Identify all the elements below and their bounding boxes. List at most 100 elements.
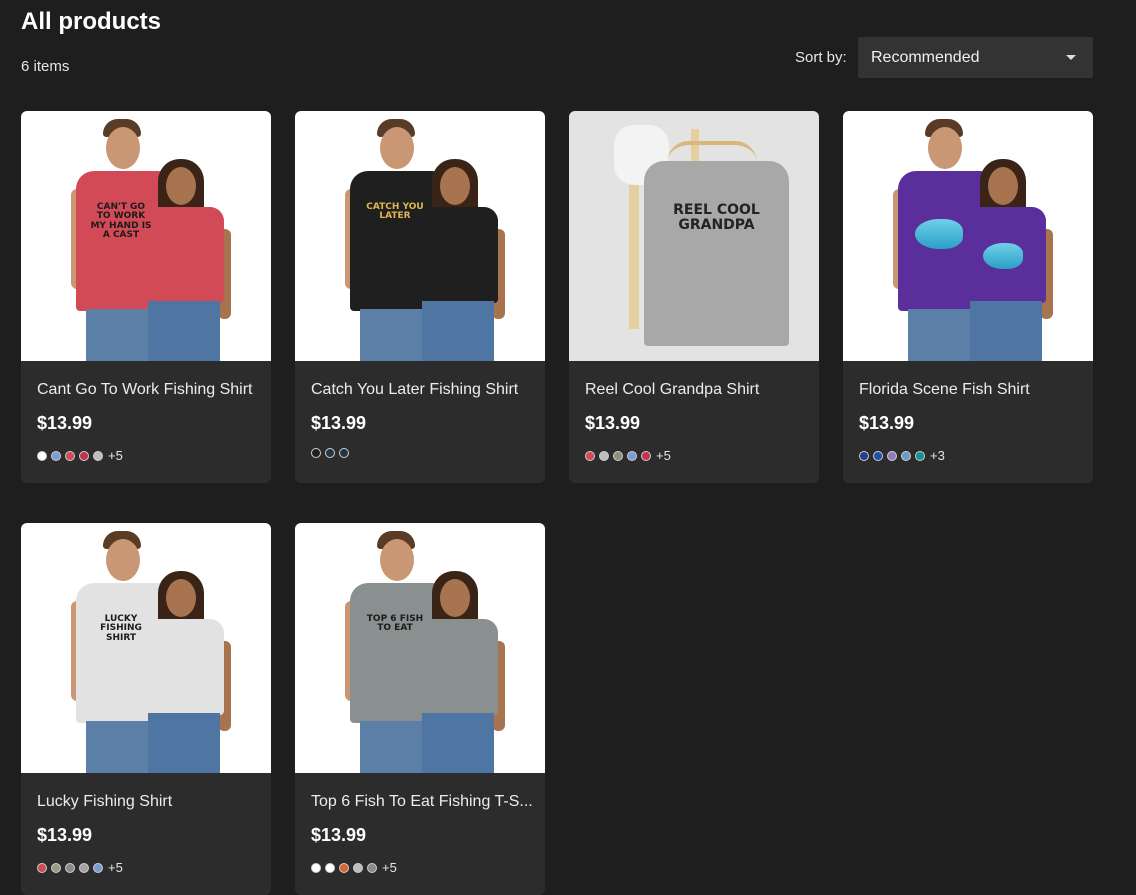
more-colors-count: +3	[930, 448, 945, 463]
product-card[interactable]: CAN'T GO TO WORK MY HAND IS A CAST Cant G…	[21, 111, 271, 483]
color-swatch[interactable]	[311, 862, 321, 873]
sort-selected-value: Recommended	[871, 48, 980, 66]
shirt	[418, 619, 498, 715]
shirt	[144, 619, 224, 715]
color-swatches: +5	[37, 448, 123, 463]
color-swatch[interactable]	[93, 450, 103, 461]
more-colors-count: +5	[382, 860, 397, 875]
color-swatch[interactable]	[613, 450, 623, 461]
hanger	[667, 141, 757, 163]
product-image[interactable]	[843, 111, 1093, 361]
jeans	[422, 713, 494, 773]
head	[928, 127, 962, 169]
more-colors-count: +5	[656, 448, 671, 463]
color-swatch[interactable]	[93, 862, 103, 873]
color-swatch[interactable]	[51, 450, 61, 461]
color-swatch[interactable]	[325, 862, 335, 873]
color-swatch[interactable]	[325, 448, 335, 458]
model-woman	[136, 571, 236, 773]
chevron-down-icon	[1066, 55, 1076, 60]
product-price: $13.99	[311, 825, 367, 845]
color-swatch[interactable]	[79, 862, 89, 873]
color-swatch[interactable]	[65, 862, 75, 873]
color-swatch[interactable]	[873, 450, 883, 461]
color-swatch[interactable]	[311, 448, 321, 458]
color-swatches: +5	[311, 860, 397, 875]
jeans	[148, 713, 220, 773]
product-image[interactable]: CAN'T GO TO WORK MY HAND IS A CAST	[21, 111, 271, 361]
shirt-print-text: REEL COOL GRANDPA	[673, 202, 760, 233]
color-swatches: +5	[585, 448, 671, 463]
color-swatch[interactable]	[339, 862, 349, 873]
color-swatch[interactable]	[353, 862, 363, 873]
shirt-print-text: CATCH YOU LATER	[366, 202, 424, 222]
fish-print	[983, 243, 1023, 269]
color-swatch[interactable]	[367, 862, 377, 873]
product-price: $13.99	[37, 825, 93, 845]
color-swatch[interactable]	[79, 450, 89, 461]
color-swatch[interactable]	[339, 448, 349, 458]
color-swatch[interactable]	[915, 450, 925, 461]
color-swatches: +3	[859, 448, 945, 463]
page-title: All products	[21, 8, 162, 35]
color-swatches: +5	[37, 860, 123, 875]
jeans	[422, 301, 494, 361]
head	[440, 167, 470, 205]
head	[106, 127, 140, 169]
model-woman	[410, 571, 510, 773]
shirt-print-text: CAN'T GO TO WORK MY HAND IS A CAST	[90, 202, 152, 241]
color-swatch[interactable]	[51, 862, 61, 873]
item-count: 6 items	[21, 58, 70, 75]
product-card[interactable]: LUCKY FISHING SHIRT Lucky Fishing Shirt $1…	[21, 523, 271, 895]
shirt	[418, 207, 498, 303]
head	[440, 579, 470, 617]
color-swatch[interactable]	[887, 450, 897, 461]
product-image[interactable]: LUCKY FISHING SHIRT	[21, 523, 271, 773]
shirt-print-text: LUCKY FISHING SHIRT	[100, 614, 142, 643]
more-colors-count: +5	[108, 448, 123, 463]
product-name[interactable]: Florida Scene Fish Shirt	[859, 381, 1081, 399]
shirt	[144, 207, 224, 303]
color-swatch[interactable]	[627, 450, 637, 461]
product-name[interactable]: Lucky Fishing Shirt	[37, 793, 259, 811]
color-swatch[interactable]	[37, 450, 47, 461]
head	[380, 127, 414, 169]
color-swatch[interactable]	[901, 450, 911, 461]
head	[166, 579, 196, 617]
product-name[interactable]: Top 6 Fish To Eat Fishing T-S...	[311, 793, 533, 811]
product-image[interactable]: REEL COOL GRANDPA	[569, 111, 819, 361]
product-price: $13.99	[585, 413, 641, 433]
product-name[interactable]: Cant Go To Work Fishing Shirt	[37, 381, 259, 399]
product-name[interactable]: Reel Cool Grandpa Shirt	[585, 381, 807, 399]
product-image[interactable]: TOP 6 FISH TO EAT	[295, 523, 545, 773]
product-card[interactable]: Florida Scene Fish Shirt $13.99 +3	[843, 111, 1093, 483]
color-swatch[interactable]	[65, 450, 75, 461]
model-woman	[410, 159, 510, 361]
product-card[interactable]: TOP 6 FISH TO EAT Top 6 Fish To Eat Fishi…	[295, 523, 545, 895]
color-swatch[interactable]	[599, 450, 609, 461]
product-card[interactable]: REEL COOL GRANDPA Reel Cool Grandpa Shirt…	[569, 111, 819, 483]
jeans	[970, 301, 1042, 361]
color-swatches	[311, 448, 349, 458]
color-swatch[interactable]	[37, 862, 47, 873]
product-image[interactable]: CATCH YOU LATER	[295, 111, 545, 361]
product-card[interactable]: CATCH YOU LATER Catch You Later Fishing S…	[295, 111, 545, 483]
sort-dropdown[interactable]: Recommended	[858, 37, 1093, 78]
product-price: $13.99	[311, 413, 367, 433]
jeans	[148, 301, 220, 361]
color-swatch[interactable]	[585, 450, 595, 461]
product-name[interactable]: Catch You Later Fishing Shirt	[311, 381, 533, 399]
model-woman	[136, 159, 236, 361]
shirt-print-text: TOP 6 FISH TO EAT	[366, 614, 424, 634]
product-price: $13.99	[859, 413, 915, 433]
head	[166, 167, 196, 205]
color-swatch[interactable]	[859, 450, 869, 461]
head	[106, 539, 140, 581]
shirt	[644, 161, 789, 346]
fish-print	[915, 219, 963, 249]
head	[988, 167, 1018, 205]
color-swatch[interactable]	[641, 450, 651, 461]
head	[380, 539, 414, 581]
sort-label: Sort by:	[795, 49, 847, 66]
more-colors-count: +5	[108, 860, 123, 875]
